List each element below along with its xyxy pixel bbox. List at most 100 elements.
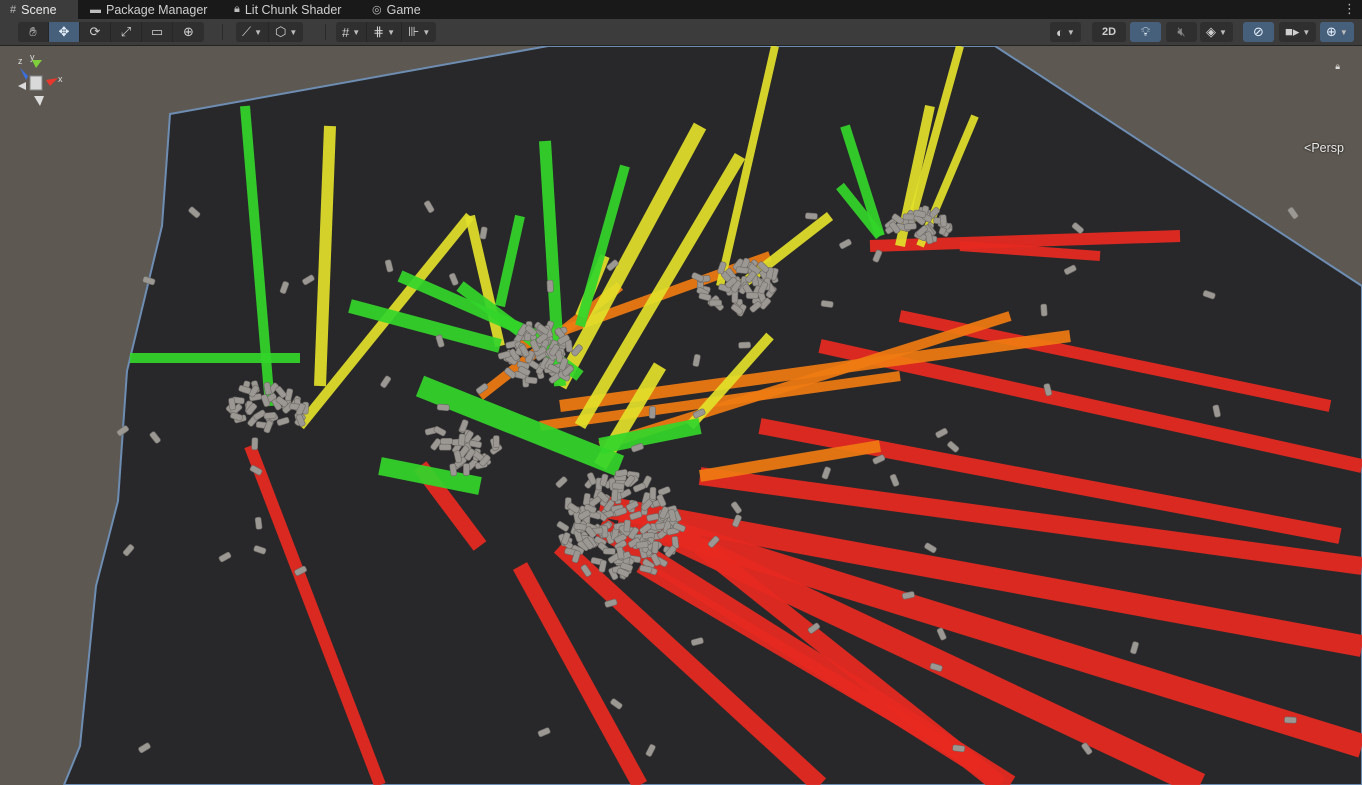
barrel: [745, 292, 759, 300]
toolbar-divider: [325, 24, 326, 40]
layers-icon: ◈: [1206, 24, 1216, 39]
barrel: [449, 463, 458, 477]
transform-tool-icon[interactable]: ⊕: [173, 22, 204, 42]
grid-visibility-button[interactable]: # ▼: [336, 22, 368, 42]
move-tool-icon[interactable]: ✥: [49, 22, 80, 42]
gizmo-x-cone: [46, 78, 58, 86]
barrel: [611, 482, 625, 490]
barrel: [651, 540, 659, 554]
tab-game[interactable]: ◎ Game: [362, 0, 442, 19]
hidden-objects-eye-icon[interactable]: ⊘: [1243, 22, 1274, 42]
cube-icon: ⬡: [275, 24, 287, 39]
barrel: [939, 214, 948, 228]
barrel: [1284, 716, 1297, 724]
barrel: [623, 519, 631, 533]
chevron-down-icon: ▼: [1219, 27, 1227, 37]
barrel: [1287, 206, 1299, 220]
barrel: [440, 437, 453, 445]
gizmos-group: ⊕ ▼: [1320, 22, 1354, 42]
rect-tool-icon[interactable]: ▭: [142, 22, 173, 42]
audio-mute-icon[interactable]: 🔇︎: [1166, 22, 1197, 42]
scene-tab-bar: # Scene ▬ Package Manager 🔒︎ Lit Chunk S…: [0, 0, 1362, 19]
package-icon: ▬: [90, 3, 101, 16]
chevron-down-icon: ▼: [387, 27, 395, 37]
barrel: [492, 435, 500, 448]
snap-grid-icon: ⋕: [373, 24, 385, 39]
tab-package-manager[interactable]: ▬ Package Manager: [80, 0, 220, 19]
projection-label[interactable]: <Persp: [1304, 141, 1344, 155]
scale-tool-icon[interactable]: ⤢: [111, 22, 142, 42]
barrel: [546, 279, 554, 293]
pivot-icon: ⟋: [242, 24, 252, 39]
rotate-tool-icon[interactable]: ⟳: [80, 22, 111, 42]
scene-camera-button[interactable]: ■▸ ▼: [1279, 22, 1316, 42]
barrel: [524, 376, 538, 385]
chevron-down-icon: ▼: [289, 27, 298, 37]
scene-render: [62, 46, 1362, 785]
gizmos-button[interactable]: ⊕ ▼: [1320, 22, 1354, 42]
draw-mode-group: ◐ ▼: [1050, 22, 1081, 42]
gizmo-axis-z-label: z: [18, 56, 23, 66]
gizmo-z-cone: [20, 68, 28, 80]
barrel: [902, 213, 916, 221]
2d-toggle-button[interactable]: 2D: [1092, 22, 1126, 42]
camera-group: ■▸ ▼: [1279, 22, 1317, 42]
shading-sphere-icon: ◐: [1056, 24, 1064, 40]
barrel: [438, 443, 452, 451]
chevron-down-icon: ▼: [1339, 27, 1348, 37]
effects-group: ◈ ▼: [1200, 22, 1233, 42]
grid-snap-tools: # ▼ ⋕ ▼ ⊪ ▼: [336, 22, 437, 42]
barrel: [648, 406, 656, 419]
visibility-group: ⊘: [1243, 22, 1274, 42]
lighting-group: 💡︎: [1130, 22, 1161, 42]
orientation-gizmo[interactable]: z y x: [0, 46, 80, 136]
gizmo-lock-icon[interactable]: 🔒︎: [1335, 61, 1340, 72]
tab-lit-chunk-shader[interactable]: 🔒︎ Lit Chunk Shader: [224, 0, 364, 19]
gizmo-neg-y-cone: [34, 96, 44, 106]
chevron-down-icon: ▼: [352, 27, 361, 37]
tab-label: Lit Chunk Shader: [244, 2, 342, 17]
gizmo-globe-icon: ⊕: [1326, 24, 1337, 39]
pivot-mode-button[interactable]: ⟋ ▼: [236, 22, 270, 42]
tab-label: Game: [386, 2, 421, 17]
gizmo-neg-x-cone: [18, 82, 26, 90]
view-2d-group: 2D: [1092, 22, 1126, 42]
grid-icon: #: [10, 3, 17, 16]
grid-icon: #: [342, 24, 350, 40]
tab-label: Package Manager: [106, 2, 208, 17]
barrel: [573, 522, 587, 531]
chevron-down-icon: ▼: [422, 27, 431, 37]
more-options-icon[interactable]: ⋮: [1343, 1, 1356, 17]
scene-viewport[interactable]: z y x 🔒︎ <Persp: [0, 46, 1362, 785]
scene-toolbar: ✋︎ ✥ ⟳ ⤢ ▭ ⊕ ⟋ ▼ ⬡ ▼ # ▼ ⋕ ▼ ⊪ ▼ ◐ ▼ 2D 💡︎ 🔇︎ …: [0, 19, 1362, 46]
barrel: [1040, 303, 1048, 317]
increment-snap-button[interactable]: ⊪ ▼: [402, 22, 436, 42]
tab-label: Scene: [21, 2, 57, 17]
barrel: [635, 541, 649, 549]
gizmo-y-cone: [32, 60, 42, 68]
chevron-down-icon: ▼: [1066, 27, 1075, 37]
gizmo-center-cube: [29, 75, 43, 91]
effects-button[interactable]: ◈ ▼: [1200, 22, 1233, 42]
barrel: [254, 516, 263, 530]
pivot-rotation-button[interactable]: ⬡ ▼: [269, 22, 303, 42]
grid-snapping-button[interactable]: ⋕ ▼: [367, 22, 402, 42]
barrel: [735, 266, 749, 274]
lighting-bulb-icon[interactable]: 💡︎: [1130, 22, 1161, 42]
barrel: [611, 488, 619, 502]
transform-tools: ✋︎ ✥ ⟳ ⤢ ▭ ⊕: [18, 22, 204, 42]
barrel: [805, 212, 818, 220]
barrel: [820, 300, 834, 308]
barrel: [602, 547, 616, 555]
chevron-down-icon: ▼: [254, 27, 263, 37]
barrel: [952, 744, 966, 753]
tab-scene[interactable]: # Scene: [0, 0, 78, 19]
draw-mode-button[interactable]: ◐ ▼: [1050, 22, 1081, 42]
shader-lock-icon: 🔒︎: [234, 3, 240, 15]
barrel: [458, 433, 466, 447]
toolbar-divider: [222, 24, 223, 40]
hand-tool-icon[interactable]: ✋︎: [18, 22, 49, 42]
ruler-icon: ⊪: [407, 24, 420, 39]
gizmo-axis-x-label: x: [58, 74, 63, 84]
barrel: [463, 463, 470, 476]
